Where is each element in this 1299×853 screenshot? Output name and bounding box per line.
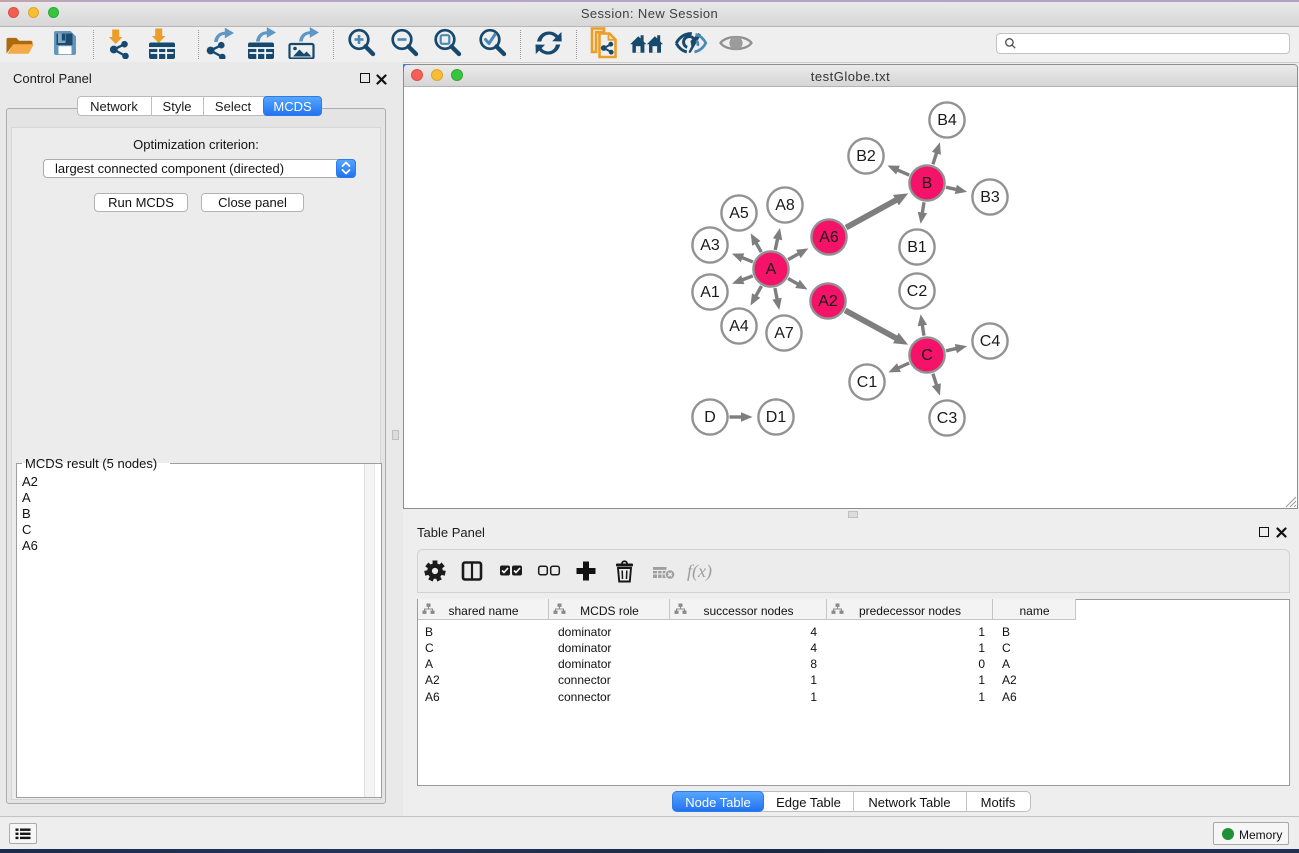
- svg-text:A8: A8: [775, 197, 795, 214]
- svg-text:B3: B3: [980, 189, 1000, 206]
- svg-text:C1: C1: [857, 374, 878, 391]
- svg-text:D: D: [704, 409, 716, 426]
- svg-text:B4: B4: [937, 112, 957, 129]
- svg-text:C4: C4: [980, 333, 1001, 350]
- svg-text:C3: C3: [937, 410, 958, 427]
- svg-text:A5: A5: [729, 205, 749, 222]
- svg-text:C: C: [921, 347, 933, 364]
- svg-text:C2: C2: [907, 283, 928, 300]
- svg-text:A7: A7: [774, 325, 794, 342]
- svg-text:A3: A3: [700, 237, 720, 254]
- svg-text:A2: A2: [818, 293, 838, 310]
- svg-text:B2: B2: [856, 148, 876, 165]
- svg-text:B: B: [922, 175, 933, 192]
- svg-text:A: A: [766, 261, 777, 278]
- svg-text:A6: A6: [819, 229, 839, 246]
- svg-text:D1: D1: [766, 409, 787, 426]
- svg-text:B1: B1: [907, 239, 927, 256]
- svg-text:A4: A4: [729, 318, 749, 335]
- svg-text:A1: A1: [700, 284, 720, 301]
